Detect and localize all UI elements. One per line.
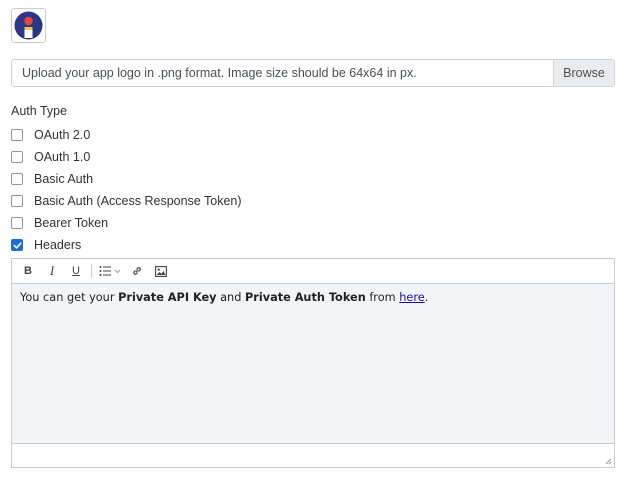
checkbox[interactable] <box>11 217 23 229</box>
auth-option-label: Basic Auth <box>34 172 94 186</box>
checkbox[interactable] <box>11 129 23 141</box>
editor-toolbar: B I U <box>12 259 614 284</box>
app-logo-icon <box>14 11 43 40</box>
here-link[interactable]: here <box>399 291 424 304</box>
bold-button[interactable]: B <box>16 260 40 282</box>
checkmark-icon <box>12 241 22 249</box>
content-text: . <box>424 291 429 304</box>
bullet-list-icon <box>99 266 121 276</box>
checkbox[interactable] <box>11 173 23 185</box>
link-button[interactable] <box>125 260 149 282</box>
editor-content[interactable]: You can get your Private API Key and Pri… <box>12 284 614 443</box>
content-text: and <box>216 291 245 304</box>
auth-option-basic-auth-access-token[interactable]: Basic Auth (Access Response Token) <box>11 190 242 212</box>
toolbar-divider <box>91 264 92 278</box>
auth-option-oauth2[interactable]: OAuth 2.0 <box>11 124 242 146</box>
image-button[interactable] <box>149 260 173 282</box>
editor-statusbar <box>12 443 614 467</box>
underline-button[interactable]: U <box>64 260 88 282</box>
checkbox-checked[interactable] <box>11 239 23 251</box>
underline-icon: U <box>72 265 80 277</box>
bullet-list-button[interactable] <box>95 260 125 282</box>
auth-option-bearer-token[interactable]: Bearer Token <box>11 212 242 234</box>
auth-option-basic-auth[interactable]: Basic Auth <box>11 168 242 190</box>
logo-upload-field[interactable]: Upload your app logo in .png format. Ima… <box>12 60 553 86</box>
browse-button[interactable]: Browse <box>553 60 614 86</box>
auth-option-label: Headers <box>34 238 82 252</box>
checkbox[interactable] <box>11 195 23 207</box>
logo-upload[interactable]: Upload your app logo in .png format. Ima… <box>11 59 615 87</box>
auth-type-options: OAuth 2.0 OAuth 1.0 Basic Auth Basic Aut… <box>11 124 242 256</box>
private-api-key-text: Private API Key <box>118 291 217 304</box>
auth-option-label: Bearer Token <box>34 216 109 230</box>
content-text: You can get your <box>20 291 119 304</box>
auth-option-headers[interactable]: Headers <box>11 234 242 256</box>
auth-option-label: Basic Auth (Access Response Token) <box>34 194 242 208</box>
content-text: from <box>365 291 400 304</box>
image-icon <box>155 265 167 277</box>
italic-icon: I <box>49 263 55 278</box>
bold-icon: B <box>24 265 32 277</box>
auth-option-oauth1[interactable]: OAuth 1.0 <box>11 146 242 168</box>
auth-option-label: OAuth 2.0 <box>34 128 91 142</box>
rich-text-editor: B I U You can get your Private API Key a… <box>11 258 615 468</box>
link-icon <box>133 267 141 275</box>
checkbox[interactable] <box>11 151 23 163</box>
private-auth-token-text: Private Auth Token <box>244 291 366 304</box>
auth-option-label: OAuth 1.0 <box>34 150 91 164</box>
app-logo[interactable] <box>11 8 46 43</box>
italic-button[interactable]: I <box>40 260 64 282</box>
resize-handle-icon[interactable] <box>604 457 612 465</box>
auth-type-label: Auth Type <box>11 104 68 118</box>
